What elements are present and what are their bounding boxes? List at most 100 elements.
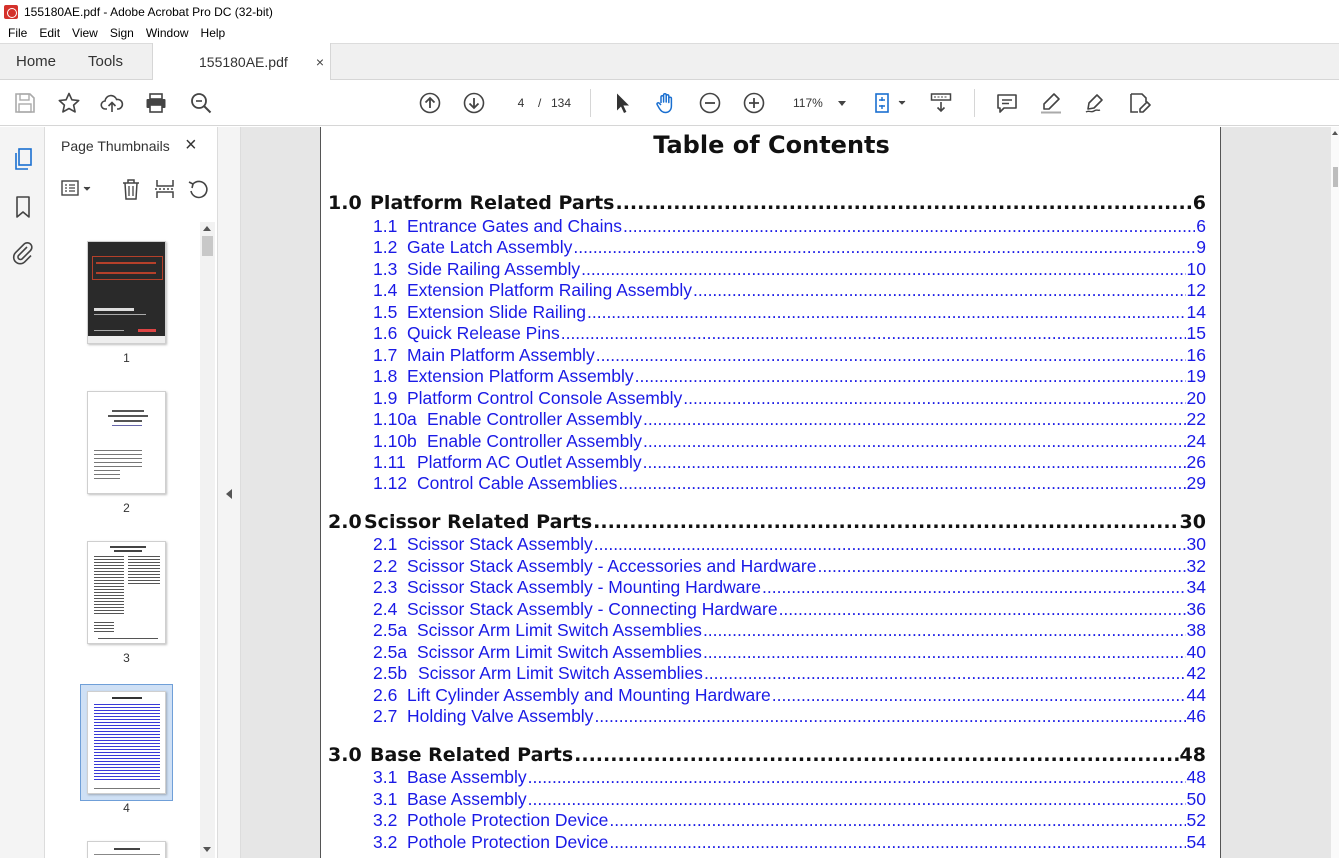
toc-entry[interactable]: 1.4 Extension Platform Railing Assembly …	[321, 280, 1206, 302]
thumbnail-scrollbar[interactable]	[200, 222, 215, 858]
entry-number: 3.1	[373, 767, 398, 787]
toc-entry[interactable]: 1.12 Control Cable Assemblies 29	[321, 473, 1206, 495]
next-page-icon[interactable]	[462, 91, 486, 115]
panel-splitter[interactable]	[217, 127, 241, 858]
menu-edit[interactable]: Edit	[33, 23, 66, 43]
zoom-search-icon[interactable]	[189, 91, 213, 115]
scroll-mode-icon[interactable]	[929, 91, 953, 115]
sign-pen-icon[interactable]	[1083, 91, 1107, 115]
zoom-level-dropdown[interactable]: 117%	[786, 91, 854, 115]
menu-help[interactable]: Help	[195, 23, 232, 43]
entry-number: 1.7	[373, 345, 398, 365]
page-fit-icon[interactable]	[873, 91, 909, 115]
section-title: Scissor Related Parts	[364, 511, 593, 533]
tab-document[interactable]: 155180AE.pdf ×	[152, 43, 331, 81]
toc-entry[interactable]: 1.10b Enable Controller Assembly 24	[321, 431, 1206, 453]
toc-entry[interactable]: 1.5 Extension Slide Railing 14	[321, 302, 1206, 324]
toc-entry[interactable]: 3.1 Base Assembly 50	[321, 789, 1206, 811]
page-number-input[interactable]	[507, 91, 535, 115]
toc-entry[interactable]: 3.2 Pothole Protection Device 54	[321, 832, 1206, 854]
menu-view[interactable]: View	[66, 23, 104, 43]
toc-entry[interactable]: 1.7 Main Platform Assembly 16	[321, 345, 1206, 367]
page-thumbnail-4[interactable]	[87, 691, 166, 794]
section-page: 48	[1179, 744, 1206, 766]
collapse-panel-icon[interactable]	[226, 489, 232, 499]
toc-entry[interactable]: 2.4 Scissor Stack Assembly - Connecting …	[321, 599, 1206, 621]
scrollbar-thumb[interactable]	[1333, 167, 1338, 187]
toc-entry[interactable]: 2.2 Scissor Stack Assembly - Accessories…	[321, 556, 1206, 578]
close-panel-icon[interactable]: ×	[185, 135, 197, 155]
leader-dots	[574, 744, 1178, 766]
menu-sign[interactable]: Sign	[104, 23, 140, 43]
toc-entry[interactable]: 1.8 Extension Platform Assembly 19	[321, 366, 1206, 388]
select-cursor-icon[interactable]	[610, 91, 634, 115]
toc-entry[interactable]: 2.5a Scissor Arm Limit Switch Assemblies…	[321, 620, 1206, 642]
scrollbar-thumb[interactable]	[202, 236, 213, 256]
print-icon[interactable]	[144, 91, 168, 115]
entry-page: 34	[1186, 577, 1206, 597]
toc-entry[interactable]: 1.11 Platform AC Outlet Assembly 26	[321, 452, 1206, 474]
entry-title: Pothole Protection Device	[407, 832, 609, 852]
section-title: Base Related Parts	[370, 744, 574, 766]
entry-number: 1.1	[373, 216, 398, 236]
toc-entry[interactable]: 2.6 Lift Cylinder Assembly and Mounting …	[321, 685, 1206, 707]
cover-thumbnail-image	[88, 242, 165, 343]
hand-tool-icon[interactable]	[654, 91, 678, 115]
menu-window[interactable]: Window	[140, 23, 195, 43]
toc-entry[interactable]: 3.1 Base Assembly 48	[321, 767, 1206, 789]
entry-title: Scissor Arm Limit Switch Assemblies	[417, 620, 702, 640]
leader-dots	[703, 642, 1186, 663]
toc-entry[interactable]: 2.5b Scissor Arm Limit Switch Assemblies…	[321, 663, 1206, 685]
page-thumbnail-3[interactable]	[87, 541, 166, 644]
toc-entry[interactable]: 1.3 Side Railing Assembly 10	[321, 259, 1206, 281]
scroll-up-icon[interactable]	[1332, 131, 1338, 135]
toc-entry[interactable]: 2.7 Holding Valve Assembly 46	[321, 706, 1206, 728]
delete-page-icon[interactable]	[119, 178, 143, 200]
toc-entry[interactable]: 1.10a Enable Controller Assembly 22	[321, 409, 1206, 431]
scroll-up-icon[interactable]	[203, 226, 211, 231]
entry-page: 50	[1186, 789, 1206, 809]
thumbnail-options-icon[interactable]	[60, 178, 94, 200]
zoom-out-icon[interactable]	[698, 91, 722, 115]
leader-dots	[693, 280, 1186, 301]
entry-title: Enable Controller Assembly	[427, 409, 642, 429]
tab-home[interactable]: Home	[16, 44, 56, 80]
document-view[interactable]: Table of Contents 1.0 Platform Related P…	[241, 127, 1331, 858]
entry-number: 1.6	[373, 323, 398, 343]
previous-page-icon[interactable]	[418, 91, 442, 115]
extract-pages-icon[interactable]	[153, 178, 177, 200]
zoom-in-icon[interactable]	[742, 91, 766, 115]
entry-page: 48	[1186, 767, 1206, 787]
toc-entry[interactable]: 2.1 Scissor Stack Assembly 30	[321, 534, 1206, 556]
highlight-pen-icon[interactable]	[1039, 91, 1063, 115]
toc-entry[interactable]: 1.2 Gate Latch Assembly 9	[321, 237, 1206, 259]
toc-entry[interactable]: 1.6 Quick Release Pins 15	[321, 323, 1206, 345]
comment-icon[interactable]	[995, 91, 1019, 115]
page-thumbnail-1[interactable]	[87, 241, 166, 344]
toc-entry[interactable]: 2.5a Scissor Arm Limit Switch Assemblies…	[321, 642, 1206, 664]
acrobat-icon	[4, 4, 18, 19]
toc-section-2[interactable]: 2.0 Scissor Related Parts 30	[321, 511, 1206, 533]
toc-section-1[interactable]: 1.0 Platform Related Parts 6	[321, 192, 1206, 214]
scroll-down-icon[interactable]	[203, 847, 211, 852]
page-thumbnails-icon[interactable]	[11, 147, 35, 171]
fill-sign-icon[interactable]	[1127, 91, 1151, 115]
rotate-page-icon[interactable]	[186, 178, 210, 200]
toc-entry[interactable]: 3.2 Pothole Protection Device 52	[321, 810, 1206, 832]
bookmarks-icon[interactable]	[11, 195, 35, 219]
toc-entry[interactable]: 1.9 Platform Control Console Assembly 20	[321, 388, 1206, 410]
toc-entry[interactable]: 2.3 Scissor Stack Assembly - Mounting Ha…	[321, 577, 1206, 599]
tab-tools[interactable]: Tools	[88, 44, 123, 80]
upload-cloud-icon[interactable]	[100, 91, 124, 115]
save-icon[interactable]	[13, 91, 37, 115]
menu-file[interactable]: File	[0, 23, 33, 43]
toc-section-3[interactable]: 3.0 Base Related Parts 48	[321, 744, 1206, 766]
toc-entry[interactable]: 1.1 Entrance Gates and Chains 6	[321, 216, 1206, 238]
attachments-paperclip-icon[interactable]	[11, 241, 35, 265]
bookmark-star-icon[interactable]	[57, 91, 81, 115]
document-scrollbar[interactable]	[1331, 127, 1339, 858]
page-thumbnail-2[interactable]	[87, 391, 166, 494]
entry-number: 2.7	[373, 706, 398, 726]
close-tab-icon[interactable]: ×	[316, 53, 324, 71]
page-thumbnail-5[interactable]	[87, 841, 166, 858]
